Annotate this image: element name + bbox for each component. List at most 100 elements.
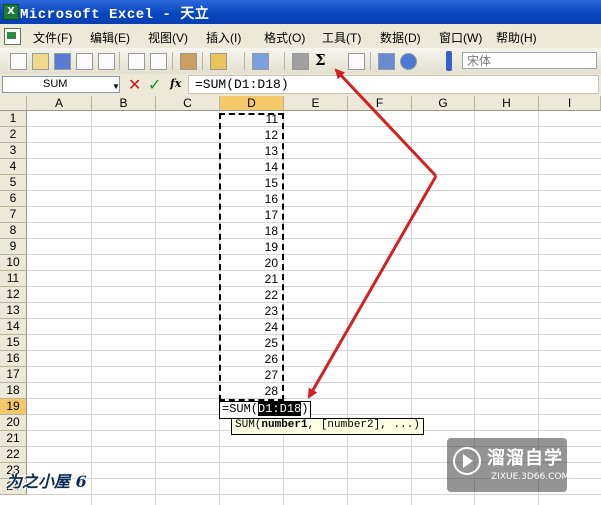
toolbar-separator <box>284 52 285 70</box>
cell-d14[interactable]: 24 <box>220 319 281 335</box>
cell-d1[interactable]: 11 <box>220 111 281 127</box>
column-header-f[interactable]: F <box>348 96 412 111</box>
tooltip-rest: , [number2], ...) <box>307 419 420 431</box>
row-header-2[interactable]: 2 <box>0 127 27 143</box>
cell-d9[interactable]: 19 <box>220 239 281 255</box>
row-header-20[interactable]: 20 <box>0 415 27 431</box>
cell-d17[interactable]: 27 <box>220 367 281 383</box>
toolbar-separator <box>202 52 203 70</box>
sort-ascending-icon[interactable] <box>348 53 365 70</box>
row-header-7[interactable]: 7 <box>0 207 27 223</box>
menu-edit[interactable]: 编辑(E) <box>90 29 130 46</box>
row-header-9[interactable]: 9 <box>0 239 27 255</box>
new-icon[interactable] <box>10 53 27 70</box>
column-header-g[interactable]: G <box>412 96 475 111</box>
watermark-brand: 溜溜自学 <box>487 448 563 469</box>
row-header-5[interactable]: 5 <box>0 175 27 191</box>
toolbar-options-icon[interactable] <box>446 51 452 71</box>
row-header-17[interactable]: 17 <box>0 367 27 383</box>
hyperlink-icon[interactable] <box>292 53 309 70</box>
column-header-h[interactable]: H <box>475 96 539 111</box>
column-gridline <box>91 111 92 505</box>
menu-tools[interactable]: 工具(T) <box>322 29 361 46</box>
cell-d2[interactable]: 12 <box>220 127 281 143</box>
toolbar-separator <box>370 52 371 70</box>
cell-d11[interactable]: 21 <box>220 271 281 287</box>
menu-window[interactable]: 窗口(W) <box>439 29 482 46</box>
row-gridline <box>27 206 601 207</box>
cell-d12[interactable]: 22 <box>220 287 281 303</box>
row-header-1[interactable]: 1 <box>0 111 27 127</box>
row-header-3[interactable]: 3 <box>0 143 27 159</box>
undo-icon[interactable] <box>252 53 269 70</box>
row-header-21[interactable]: 21 <box>0 431 27 447</box>
preview-icon[interactable] <box>150 53 167 70</box>
row-header-8[interactable]: 8 <box>0 223 27 239</box>
column-header-a[interactable]: A <box>27 96 92 111</box>
row-header-14[interactable]: 14 <box>0 319 27 335</box>
research-icon[interactable] <box>180 53 197 70</box>
row-header-6[interactable]: 6 <box>0 191 27 207</box>
workbook-icon[interactable] <box>4 28 21 45</box>
row-header-22[interactable]: 22 <box>0 447 27 463</box>
row-gridline <box>27 174 601 175</box>
column-header-e[interactable]: E <box>284 96 348 111</box>
row-gridline <box>27 414 601 415</box>
edit-selected-range: D1:D18 <box>258 402 302 416</box>
paste-icon[interactable] <box>210 53 227 70</box>
permission-icon[interactable] <box>76 53 93 70</box>
menu-help[interactable]: 帮助(H) <box>496 29 537 46</box>
save-icon[interactable] <box>54 53 71 70</box>
column-header-i[interactable]: I <box>539 96 601 111</box>
column-header-d[interactable]: D <box>220 96 284 111</box>
open-icon[interactable] <box>32 53 49 70</box>
cancel-icon[interactable]: ✕ <box>128 75 141 94</box>
row-gridline <box>27 286 601 287</box>
cell-d13[interactable]: 23 <box>220 303 281 319</box>
cell-d4[interactable]: 14 <box>220 159 281 175</box>
print-preview-icon[interactable] <box>98 53 115 70</box>
cell-d8[interactable]: 18 <box>220 223 281 239</box>
cell-d16[interactable]: 26 <box>220 351 281 367</box>
select-all-corner[interactable] <box>0 96 27 111</box>
menu-format[interactable]: 格式(O) <box>264 29 305 46</box>
name-box[interactable]: SUM <box>2 76 120 93</box>
row-header-13[interactable]: 13 <box>0 303 27 319</box>
enter-icon[interactable]: ✓ <box>148 75 161 94</box>
play-icon <box>453 447 481 475</box>
menu-view[interactable]: 视图(V) <box>148 29 188 46</box>
menu-insert[interactable]: 插入(I) <box>206 29 241 46</box>
row-header-19[interactable]: 19 <box>0 399 27 415</box>
cell-d10[interactable]: 20 <box>220 255 281 271</box>
help-icon[interactable] <box>400 53 417 70</box>
insert-function-icon[interactable]: fx <box>170 77 181 90</box>
cell-d7[interactable]: 17 <box>220 207 281 223</box>
row-header-18[interactable]: 18 <box>0 383 27 399</box>
cell-d15[interactable]: 25 <box>220 335 281 351</box>
column-header-b[interactable]: B <box>92 96 156 111</box>
print-icon[interactable] <box>128 53 145 70</box>
cell-d5[interactable]: 15 <box>220 175 281 191</box>
row-header-15[interactable]: 15 <box>0 335 27 351</box>
column-header-c[interactable]: C <box>156 96 220 111</box>
cell-d3[interactable]: 13 <box>220 143 281 159</box>
function-tooltip: SUM(number1, [number2], ...) <box>231 418 424 435</box>
row-gridline <box>27 270 601 271</box>
row-header-10[interactable]: 10 <box>0 255 27 271</box>
cell-d6[interactable]: 16 <box>220 191 281 207</box>
menu-file[interactable]: 文件(F) <box>33 29 72 46</box>
chevron-down-icon[interactable]: ▼ <box>112 82 120 91</box>
row-header-16[interactable]: 16 <box>0 351 27 367</box>
menu-data[interactable]: 数据(D) <box>380 29 421 46</box>
chart-wizard-icon[interactable] <box>378 53 395 70</box>
editing-cell-d19[interactable]: =SUM(D1:D18) <box>219 401 312 419</box>
row-header-12[interactable]: 12 <box>0 287 27 303</box>
title-bar: X Microsoft Excel - 天立 <box>0 0 601 24</box>
autosum-button[interactable]: Σ <box>315 51 326 69</box>
cell-d18[interactable]: 28 <box>220 383 281 399</box>
row-gridline <box>27 126 601 127</box>
formula-input[interactable]: =SUM(D1:D18) <box>188 75 599 94</box>
row-header-4[interactable]: 4 <box>0 159 27 175</box>
row-header-11[interactable]: 11 <box>0 271 27 287</box>
font-name-input[interactable]: 宋体 <box>462 52 597 69</box>
